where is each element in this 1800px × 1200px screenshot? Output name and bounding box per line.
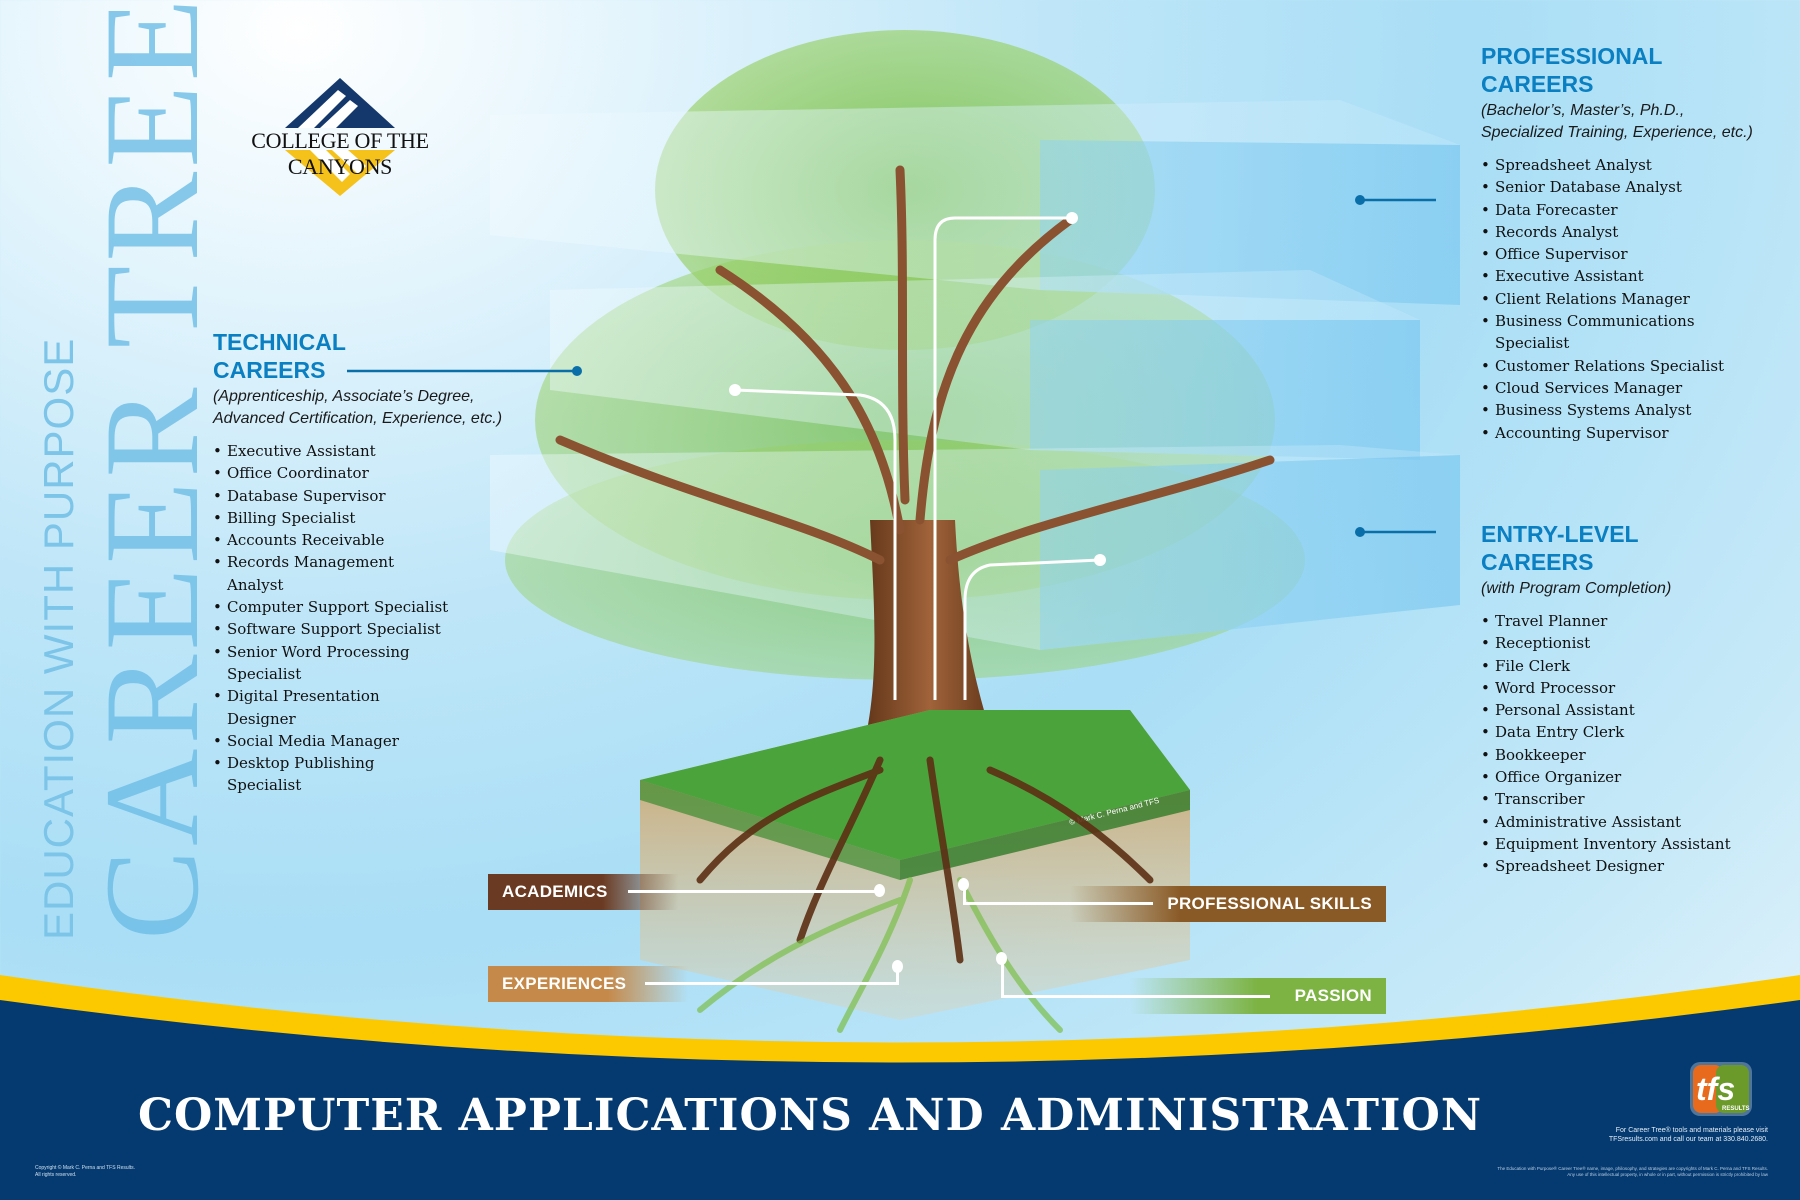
entry-level-careers-section: ENTRY-LEVEL CAREERS (with Program Comple… xyxy=(1481,520,1800,878)
academics-label: ACADEMICS xyxy=(502,882,608,901)
list-item: Billing Specialist xyxy=(213,507,453,530)
list-item: Accounting Supervisor xyxy=(1481,422,1741,445)
technical-subtitle-line1: (Apprenticeship, Associate’s Degree, xyxy=(213,388,475,405)
professional-subtitle-line1: (Bachelor’s, Master’s, Ph.D., xyxy=(1481,102,1685,119)
experiences-connector xyxy=(645,982,898,985)
list-item: Office Coordinator xyxy=(213,462,453,485)
passion-connector xyxy=(1002,995,1270,998)
technical-title-line1: TECHNICAL xyxy=(213,329,346,355)
list-item: Transcriber xyxy=(1481,788,1800,811)
tfs-logo-text: tfs xyxy=(1696,1071,1735,1107)
list-item: Records Analyst xyxy=(1481,221,1741,244)
academics-connector xyxy=(628,890,878,893)
list-item: Digital Presentation Designer xyxy=(213,685,453,730)
list-item: Data Forecaster xyxy=(1481,199,1741,222)
list-item: Word Processor xyxy=(1481,677,1800,700)
professional-careers-list: Spreadsheet Analyst Senior Database Anal… xyxy=(1481,154,1741,444)
list-item: Office Supervisor xyxy=(1481,243,1741,266)
list-item: Executive Assistant xyxy=(213,440,453,463)
professional-skills-connector xyxy=(963,902,1153,905)
list-item: Software Support Specialist xyxy=(213,618,453,641)
passion-label: PASSION xyxy=(1294,986,1372,1005)
list-item: Bookkeeper xyxy=(1481,744,1800,767)
entry-title-line1: ENTRY-LEVEL xyxy=(1481,521,1639,547)
list-item: Database Supervisor xyxy=(213,485,453,508)
professional-careers-section: PROFESSIONAL CAREERS (Bachelor’s, Master… xyxy=(1481,42,1800,444)
entry-title-line2: CAREERS xyxy=(1481,549,1594,575)
entry-level-careers-list: Travel Planner Receptionist File Clerk W… xyxy=(1481,610,1800,878)
professional-title-line2: CAREERS xyxy=(1481,71,1594,97)
list-item: File Clerk xyxy=(1481,655,1800,678)
technical-careers-list: Executive Assistant Office Coordinator D… xyxy=(213,440,453,797)
list-item: Client Relations Manager xyxy=(1481,288,1741,311)
list-item: Spreadsheet Analyst xyxy=(1481,154,1741,177)
passion-dot xyxy=(996,952,1007,965)
list-item: Administrative Assistant xyxy=(1481,811,1800,834)
list-item: Equipment Inventory Assistant xyxy=(1481,833,1800,856)
tfs-logo-subtext: RESULTS xyxy=(1722,1106,1750,1112)
professional-title-line1: PROFESSIONAL xyxy=(1481,43,1663,69)
experiences-label: EXPERIENCES xyxy=(502,974,627,993)
list-item: Executive Assistant xyxy=(1481,265,1741,288)
list-item: Cloud Services Manager xyxy=(1481,377,1741,400)
technical-connector-dot xyxy=(572,366,582,376)
list-item: Accounts Receivable xyxy=(213,529,453,552)
list-item: Receptionist xyxy=(1481,632,1800,655)
professional-skills-dot xyxy=(958,878,969,891)
legal-notice: The Education with Purpose® Career Tree®… xyxy=(1497,1166,1768,1177)
technical-careers-section: TECHNICAL CAREERS (Apprenticeship, Assoc… xyxy=(213,328,553,797)
tfs-contact-info: For Career Tree® tools and materials ple… xyxy=(1608,1127,1768,1143)
tfs-logo-icon: tfs RESULTS xyxy=(1690,1062,1752,1116)
entry-connector-dot xyxy=(1355,527,1365,537)
professional-skills-label: PROFESSIONAL SKILLS xyxy=(1167,894,1372,913)
professional-branch-marker xyxy=(1066,212,1078,224)
tfs-results-logo: tfs RESULTS xyxy=(1688,1060,1754,1122)
experiences-dot xyxy=(892,960,903,973)
list-item: Personal Assistant xyxy=(1481,699,1800,722)
list-item: Business Communications Specialist xyxy=(1481,310,1741,355)
technical-subtitle-line2: Advanced Certification, Experience, etc.… xyxy=(213,410,503,427)
professional-connector-dot xyxy=(1355,195,1365,205)
list-item: Customer Relations Specialist xyxy=(1481,355,1741,378)
list-item: Records Management Analyst xyxy=(213,551,453,596)
list-item: Spreadsheet Designer xyxy=(1481,855,1800,878)
list-item: Senior Database Analyst xyxy=(1481,176,1741,199)
technical-branch-marker xyxy=(729,384,741,396)
professional-subtitle-line2: Specialized Training, Experience, etc.) xyxy=(1481,124,1753,141)
list-item: Travel Planner xyxy=(1481,610,1800,633)
list-item: Desktop Publishing Specialist xyxy=(213,752,453,797)
list-item: Office Organizer xyxy=(1481,766,1800,789)
academics-dot xyxy=(874,884,885,897)
program-title: COMPUTER APPLICATIONS AND ADMINISTRATION xyxy=(137,1090,1483,1141)
entry-subtitle: (with Program Completion) xyxy=(1481,580,1672,597)
technical-title-line2: CAREERS xyxy=(213,357,326,383)
list-item: Data Entry Clerk xyxy=(1481,721,1800,744)
copyright-notice: Copyright © Mark C. Perna and TFS Result… xyxy=(35,1165,136,1178)
entry-branch-marker xyxy=(1094,554,1106,566)
list-item: Senior Word Processing Specialist xyxy=(213,641,453,686)
list-item: Social Media Manager xyxy=(213,730,453,753)
list-item: Computer Support Specialist xyxy=(213,596,453,619)
list-item: Business Systems Analyst xyxy=(1481,399,1741,422)
